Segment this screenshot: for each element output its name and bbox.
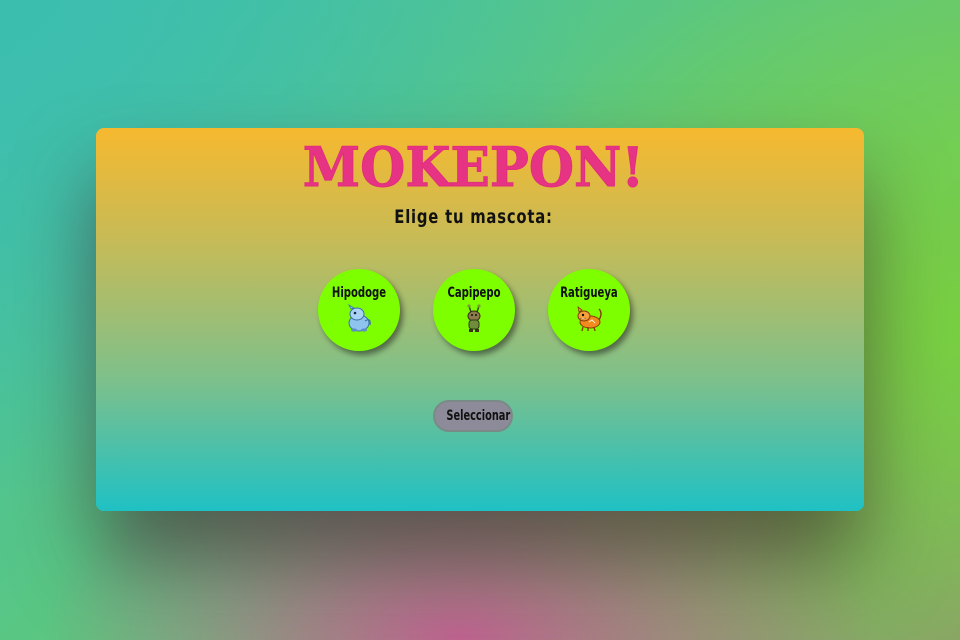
game-card: MOKEPON! Elige tu mascota: Hipodoge Capi… [96, 128, 864, 511]
select-pet-button[interactable]: Seleccionar [433, 400, 513, 432]
capipepo-icon [467, 304, 481, 332]
game-title: MOKEPON! [302, 135, 645, 199]
pet-option-ratigueya[interactable]: Ratigueya [548, 269, 630, 351]
pet-options: Hipodoge Capipepo Ratigueya [96, 269, 864, 353]
pet-name-label: Capipepo [447, 285, 501, 301]
pet-name-label: Ratigueya [560, 285, 618, 301]
pet-option-capipepo[interactable]: Capipepo [433, 269, 515, 351]
pet-option-hipodoge[interactable]: Hipodoge [318, 269, 400, 351]
choose-pet-heading: Elige tu mascota: [394, 206, 553, 228]
ratigueya-icon [577, 306, 602, 332]
select-pet-button-label: Seleccionar [446, 408, 511, 424]
pet-name-label: Hipodoge [331, 285, 387, 301]
hipodoge-icon [348, 303, 371, 332]
